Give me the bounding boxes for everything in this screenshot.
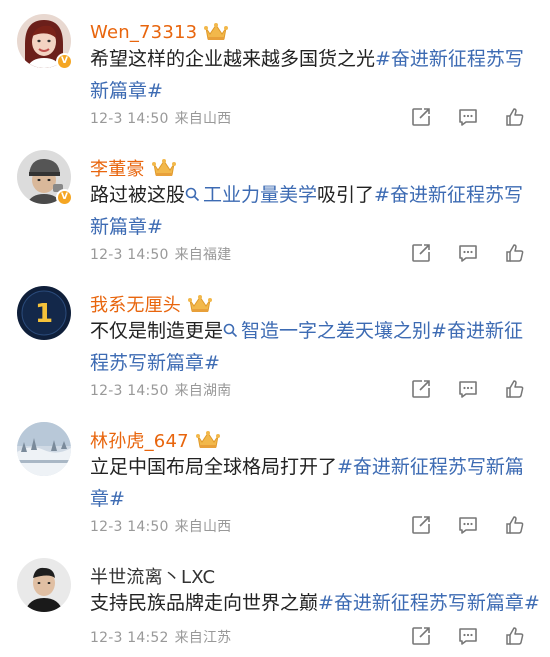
action-bar: 1 bbox=[410, 514, 550, 536]
username[interactable]: 林孙虎_647 bbox=[90, 427, 189, 453]
comment-meta: 12-3 14:50 来自湖南 bbox=[90, 380, 231, 400]
thumbs-up-icon bbox=[506, 516, 524, 534]
avatar[interactable]: V bbox=[17, 14, 73, 70]
number-one-avatar: 1 bbox=[17, 286, 71, 340]
search-icon bbox=[223, 323, 238, 338]
topic-tag[interactable]: #奋进新征程苏写新篇章# bbox=[318, 592, 540, 614]
verified-badge: V bbox=[56, 53, 73, 70]
username[interactable]: 李董豪 bbox=[90, 155, 145, 181]
crown-badge-icon bbox=[188, 295, 212, 312]
share-icon[interactable] bbox=[410, 625, 432, 647]
location-source: 来自山西 bbox=[174, 111, 232, 127]
username[interactable]: 半世流离丶LXC bbox=[90, 563, 215, 589]
location-source: 来自山西 bbox=[174, 519, 232, 535]
like-button[interactable]: 1 bbox=[504, 106, 550, 128]
like-button[interactable]: 1 bbox=[504, 514, 550, 536]
timestamp: 12-3 14:52 bbox=[90, 630, 169, 646]
comment-meta: 12-3 14:50 来自福建 bbox=[90, 244, 231, 264]
comment-icon[interactable] bbox=[457, 625, 479, 647]
comment-icon[interactable] bbox=[457, 106, 479, 128]
timestamp: 12-3 14:50 bbox=[90, 519, 169, 535]
comment-body: 路过被这股 bbox=[90, 184, 186, 206]
avatar[interactable]: 1 bbox=[17, 286, 71, 340]
crown-badge-icon bbox=[151, 159, 176, 176]
timestamp: 12-3 14:50 bbox=[90, 247, 169, 263]
location-source: 来自江苏 bbox=[174, 630, 232, 646]
action-bar: 1 bbox=[410, 242, 550, 264]
crown-badge-icon bbox=[195, 431, 220, 448]
thumbs-up-icon bbox=[506, 108, 524, 126]
comment-icon[interactable] bbox=[457, 514, 479, 536]
avatar-number: 1 bbox=[35, 299, 53, 329]
comment-text: 支持民族品牌走向世界之巅#奋进新征程苏写新篇章# bbox=[90, 587, 540, 619]
share-icon[interactable] bbox=[410, 242, 432, 264]
share-icon[interactable] bbox=[410, 378, 432, 400]
search-term: 工业力量美学 bbox=[203, 184, 318, 206]
thumbs-up-icon bbox=[506, 244, 524, 262]
comment-body: 希望这样的企业越来越多国货之光 bbox=[90, 48, 376, 70]
search-link[interactable]: 智造一字之差天壤之别 bbox=[223, 320, 431, 342]
verified-badge: V bbox=[56, 189, 73, 206]
username[interactable]: 我系无厘头 bbox=[90, 291, 181, 317]
search-link[interactable]: 工业力量美学 bbox=[185, 184, 317, 206]
timestamp: 12-3 14:50 bbox=[90, 383, 169, 399]
comment-text: 希望这样的企业越来越多国货之光#奋进新征程苏写新篇章# bbox=[90, 43, 530, 107]
avatar[interactable] bbox=[17, 558, 71, 612]
comment-meta: 12-3 14:50 来自山西 bbox=[90, 516, 231, 536]
comment-icon[interactable] bbox=[457, 378, 479, 400]
like-button[interactable]: 1 bbox=[504, 242, 550, 264]
share-icon[interactable] bbox=[410, 106, 432, 128]
search-term: 智造一字之差天壤之别 bbox=[241, 320, 432, 342]
action-bar: 1 bbox=[410, 106, 550, 128]
comment-meta: 12-3 14:50 来自山西 bbox=[90, 108, 231, 128]
comment-body: 不仅是制造更是 bbox=[90, 320, 224, 342]
crown-badge-icon bbox=[204, 23, 229, 40]
man-portrait-avatar bbox=[17, 558, 71, 612]
search-icon bbox=[185, 187, 200, 202]
comment-body: 立足中国布局全球格局打开了 bbox=[90, 456, 338, 478]
location-source: 来自福建 bbox=[174, 247, 232, 263]
comment-text: 立足中国布局全球格局打开了#奋进新征程苏写新篇章# bbox=[90, 451, 530, 515]
avatar[interactable] bbox=[17, 422, 71, 476]
like-button[interactable]: 1 bbox=[504, 378, 550, 400]
thumbs-up-icon bbox=[506, 380, 524, 398]
comment-body-end: 吸引了 bbox=[317, 184, 375, 206]
like-button[interactable]: 1 bbox=[504, 625, 550, 647]
comment-text: 不仅是制造更是 智造一字之差天壤之别#奋进新征程苏写新篇章# bbox=[90, 315, 530, 379]
snow-landscape-avatar bbox=[17, 422, 71, 476]
avatar[interactable]: V bbox=[17, 150, 73, 206]
thumbs-up-icon bbox=[506, 627, 524, 645]
comment-meta: 12-3 14:52 来自江苏 bbox=[90, 627, 231, 647]
username[interactable]: Wen_73313 bbox=[90, 22, 197, 43]
comment-body: 支持民族品牌走向世界之巅 bbox=[90, 592, 319, 614]
share-icon[interactable] bbox=[410, 514, 432, 536]
comment-text: 路过被这股 工业力量美学吸引了#奋进新征程苏写新篇章# bbox=[90, 179, 530, 243]
action-bar: 1 bbox=[410, 378, 550, 400]
comment-feed: V Wen_73313 希望这样的企业越来越多国货之光#奋进新征程苏写新篇章# … bbox=[0, 0, 550, 657]
comment-icon[interactable] bbox=[457, 242, 479, 264]
location-source: 来自湖南 bbox=[174, 383, 232, 399]
timestamp: 12-3 14:50 bbox=[90, 111, 169, 127]
action-bar: 1 bbox=[410, 625, 550, 647]
